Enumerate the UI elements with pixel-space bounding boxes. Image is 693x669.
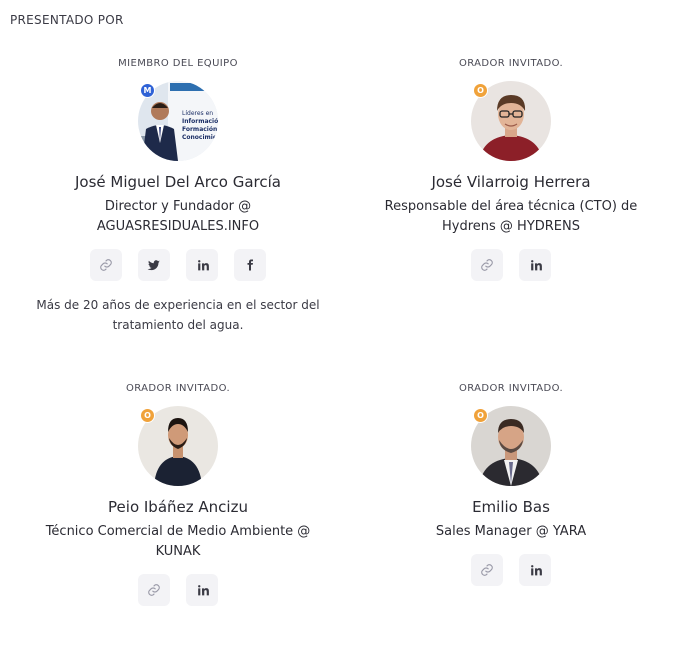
social-links — [341, 554, 681, 586]
social-links — [8, 249, 348, 281]
linkedin-button[interactable] — [186, 249, 218, 281]
speaker-title: Técnico Comercial de Medio Ambiente @ KU… — [45, 524, 311, 559]
member-badge: M — [140, 83, 155, 98]
guest-badge: O — [140, 408, 155, 423]
link-button[interactable] — [471, 554, 503, 586]
link-button[interactable] — [138, 574, 170, 606]
speaker-bio: Más de 20 años de experiencia en el sect… — [36, 298, 320, 332]
social-links — [341, 249, 681, 281]
avatar-container: O — [138, 406, 218, 486]
facebook-button[interactable] — [234, 249, 266, 281]
speaker-card: MIEMBRO DEL EQUIPO Líderes en Informació… — [8, 57, 348, 335]
svg-text:Conocimiento: Conocimiento — [182, 134, 218, 141]
twitter-icon — [147, 260, 160, 271]
link-icon — [481, 259, 493, 271]
link-icon — [148, 584, 160, 596]
speaker-role: ORADOR INVITADO. — [125, 383, 231, 394]
facebook-icon — [247, 259, 253, 271]
linkedin-button[interactable] — [519, 554, 551, 586]
link-button[interactable] — [90, 249, 122, 281]
avatar-container: O — [471, 406, 551, 486]
speaker-card: ORADOR INVITADO. O Emilio Bas Sales Mana… — [341, 382, 681, 586]
avatar-container: Líderes en Información, Formación y Cono… — [138, 81, 218, 161]
svg-text:Formación y: Formación y — [182, 126, 218, 133]
speaker-title: Director y Fundador @ AGUASRESIDUALES.IN… — [96, 199, 260, 234]
speaker-title: Sales Manager @ YARA — [435, 524, 587, 539]
guest-badge: O — [473, 83, 488, 98]
link-icon — [100, 259, 112, 271]
linkedin-button[interactable] — [186, 574, 218, 606]
linkedin-icon — [530, 259, 542, 270]
twitter-button[interactable] — [138, 249, 170, 281]
guest-badge: O — [473, 408, 488, 423]
linkedin-button[interactable] — [519, 249, 551, 281]
avatar-poster-line: Líderes en — [182, 110, 213, 117]
speaker-name[interactable]: Peio Ibáñez Ancizu — [8, 497, 348, 517]
speaker-role: ORADOR INVITADO. — [458, 383, 564, 394]
linkedin-icon — [530, 564, 542, 575]
link-icon — [481, 564, 493, 576]
speaker-card: ORADOR INVITADO. O Peio Ibáñez Ancizu Té… — [8, 382, 348, 606]
speaker-card: ORADOR INVITADO. O José Vilarroig Herrer… — [341, 57, 681, 281]
linkedin-icon — [197, 584, 209, 595]
speaker-name[interactable]: José Vilarroig Herrera — [341, 172, 681, 192]
link-button[interactable] — [471, 249, 503, 281]
speaker-name[interactable]: José Miguel Del Arco García — [8, 172, 348, 192]
section-title: PRESENTADO POR — [10, 13, 124, 27]
linkedin-icon — [197, 259, 209, 270]
speaker-name[interactable]: Emilio Bas — [341, 497, 681, 517]
speaker-title: Responsable del área técnica (CTO) de Hy… — [384, 199, 638, 234]
speaker-role: MIEMBRO DEL EQUIPO — [118, 58, 238, 69]
social-links — [8, 574, 348, 606]
svg-text:Información,: Información, — [182, 118, 218, 125]
speaker-role: ORADOR INVITADO. — [458, 58, 564, 69]
avatar-container: O — [471, 81, 551, 161]
